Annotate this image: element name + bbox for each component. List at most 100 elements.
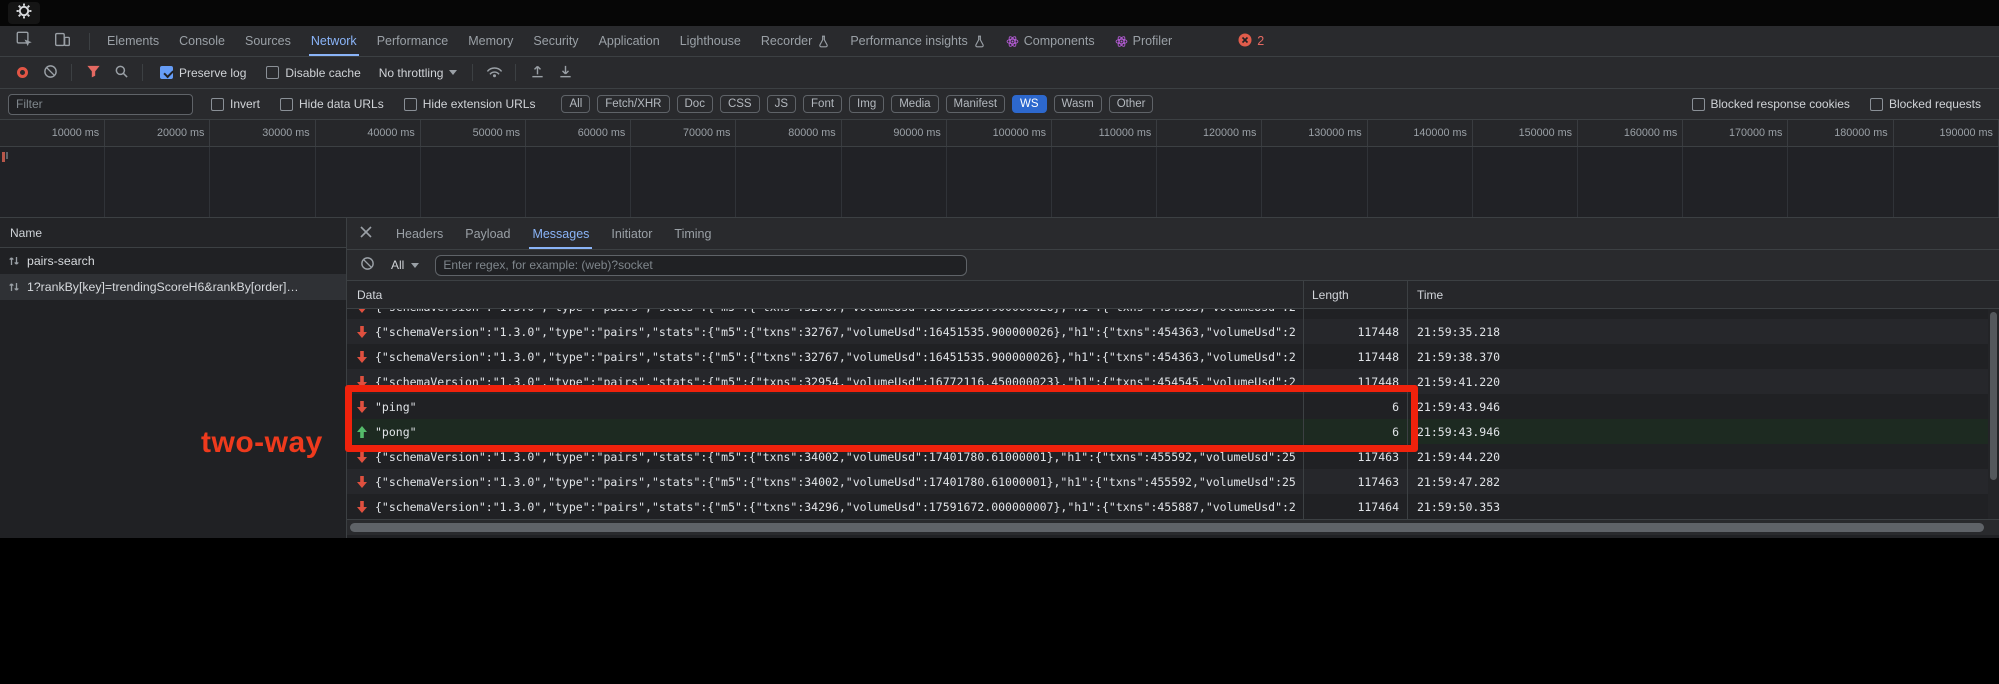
tab-components[interactable]: Components [996,26,1105,56]
tab-profiler[interactable]: Profiler [1105,26,1183,56]
timeline-tick: 180000 ms [1788,120,1894,146]
tab-label: Timing [674,226,712,241]
filter-chip-ws[interactable]: WS [1012,95,1047,113]
data-column-header[interactable]: Data [347,281,1303,308]
timeline-tick: 60000 ms [526,120,632,146]
filter-chip-other[interactable]: Other [1108,95,1154,113]
message-row[interactable]: {"schemaVersion":"1.3.0","type":"pairs",… [347,494,1999,519]
vertical-scrollbar[interactable] [1988,309,1999,519]
clear-network-log-button[interactable] [38,61,62,85]
request-row[interactable]: pairs-search [0,248,346,274]
hide-data-urls-checkbox[interactable]: Hide data URLs [280,97,384,111]
tab-performance[interactable]: Performance [367,26,459,56]
filter-chip-img[interactable]: Img [849,95,885,113]
devtools-window: Elements Console Sources Network Performance… [0,26,1999,538]
search-button[interactable] [109,61,133,85]
detail-tab-payload[interactable]: Payload [454,218,521,249]
detail-tab-initiator[interactable]: Initiator [600,218,663,249]
timeline-gridline [736,147,842,217]
filter-toggle-button[interactable] [81,61,105,85]
filter-chip-doc[interactable]: Doc [676,95,713,113]
request-row[interactable]: 1?rankBy[key]=trendingScoreH6&rankBy[ord… [0,274,346,300]
import-har-button[interactable] [525,61,549,85]
throttling-select[interactable]: No throttling [371,66,466,80]
message-length-cell: 117448 [1303,319,1408,344]
settings-button[interactable] [8,2,40,24]
time-column-header[interactable]: Time [1408,281,1999,308]
requests-column-header[interactable]: Name [0,218,346,248]
timeline-tick: 70000 ms [631,120,737,146]
length-column-header[interactable]: Length [1303,281,1408,308]
message-data-text: {"schemaVersion":"1.3.0","type":"pairs",… [375,499,1295,514]
inspect-element-button[interactable] [12,29,36,53]
timeline-tick: 10000 ms [0,120,106,146]
filter-chip-css[interactable]: CSS [719,95,760,113]
tab-elements[interactable]: Elements [97,26,169,56]
timeline-gridline [1894,147,1999,217]
timeline-gridline [1368,147,1473,217]
tick-label: 40000 ms [367,127,415,139]
tab-memory[interactable]: Memory [458,26,523,56]
blocked-response-cookies-checkbox[interactable]: Blocked response cookies [1691,97,1850,111]
horizontal-scrollbar[interactable] [347,519,1999,535]
message-row[interactable]: {"schemaVersion":"1.3.0","type":"pairs",… [347,309,1999,319]
disable-cache-checkbox[interactable]: Disable cache [266,66,361,80]
tab-network[interactable]: Network [301,26,367,56]
record-network-log-button[interactable] [10,61,34,85]
tab-security[interactable]: Security [523,26,588,56]
invert-checkbox[interactable]: Invert [211,97,260,111]
message-row[interactable]: {"schemaVersion":"1.3.0","type":"pairs",… [347,344,1999,369]
blocked-requests-checkbox[interactable]: Blocked requests [1869,97,1981,111]
hide-extension-urls-checkbox[interactable]: Hide extension URLs [403,97,535,111]
detail-tab-timing[interactable]: Timing [663,218,722,249]
tab-sources[interactable]: Sources [235,26,301,56]
filter-chip-all[interactable]: All [561,95,591,113]
message-row[interactable]: "pong" 6 21:59:43.946 [347,419,1999,444]
timeline-tick: 40000 ms [316,120,421,146]
filter-chip-manifest[interactable]: Manifest [945,95,1006,113]
message-data-cell: {"schemaVersion":"1.3.0","type":"pairs",… [347,344,1303,369]
message-row[interactable]: {"schemaVersion":"1.3.0","type":"pairs",… [347,369,1999,394]
message-time-cell: 21:59:41.220 [1417,374,1501,389]
network-filter-input[interactable] [8,93,193,115]
timeline-tick: 190000 ms [1894,120,1999,146]
filter-chip-font[interactable]: Font [803,95,843,113]
checkbox-box [211,97,224,111]
message-filter-select[interactable]: All [385,258,425,272]
atom-icon [1115,35,1128,48]
filter-chip-fetch-xhr[interactable]: Fetch/XHR [597,95,670,113]
scrollbar-thumb[interactable] [350,523,1984,532]
export-har-button[interactable] [553,61,577,85]
filter-chip-js[interactable]: JS [766,95,797,113]
close-details-button[interactable] [347,218,385,249]
message-regex-input[interactable] [435,254,968,276]
message-row[interactable]: {"schemaVersion":"1.3.0","type":"pairs",… [347,319,1999,344]
tab-performance-insights[interactable]: Performance insights [840,26,995,56]
tab-recorder[interactable]: Recorder [751,26,840,56]
chevron-down-icon [449,70,458,75]
filter-chip-media[interactable]: Media [891,95,939,113]
message-data-text: {"schemaVersion":"1.3.0","type":"pairs",… [375,374,1295,389]
message-row[interactable]: "ping" 6 21:59:43.946 [347,394,1999,419]
screenshot-root: Elements Console Sources Network Performance… [0,0,1999,684]
scrollbar-thumb[interactable] [1990,312,1997,480]
tick-label: 70000 ms [683,127,731,139]
filter-chip-wasm[interactable]: Wasm [1053,95,1102,113]
device-toolbar-button[interactable] [50,29,74,53]
message-row[interactable]: {"schemaVersion":"1.3.0","type":"pairs",… [347,444,1999,469]
tab-console[interactable]: Console [169,26,235,56]
message-row[interactable]: {"schemaVersion":"1.3.0","type":"pairs",… [347,469,1999,494]
tab-label: Memory [468,34,514,48]
network-overview-band[interactable] [0,147,1999,218]
issues-badge[interactable]: 2 [1238,26,1264,56]
block-messages-icon[interactable] [360,256,375,274]
tick-label: 110000 ms [1098,127,1152,139]
tab-application[interactable]: Application [589,26,670,56]
tab-lighthouse[interactable]: Lighthouse [670,26,751,56]
signal-icon [486,64,503,81]
network-conditions-button[interactable] [482,61,506,85]
tick-label: 190000 ms [1939,127,1993,139]
detail-tab-headers[interactable]: Headers [385,218,454,249]
preserve-log-checkbox[interactable]: Preserve log [160,66,246,80]
detail-tab-messages[interactable]: Messages [521,218,600,249]
